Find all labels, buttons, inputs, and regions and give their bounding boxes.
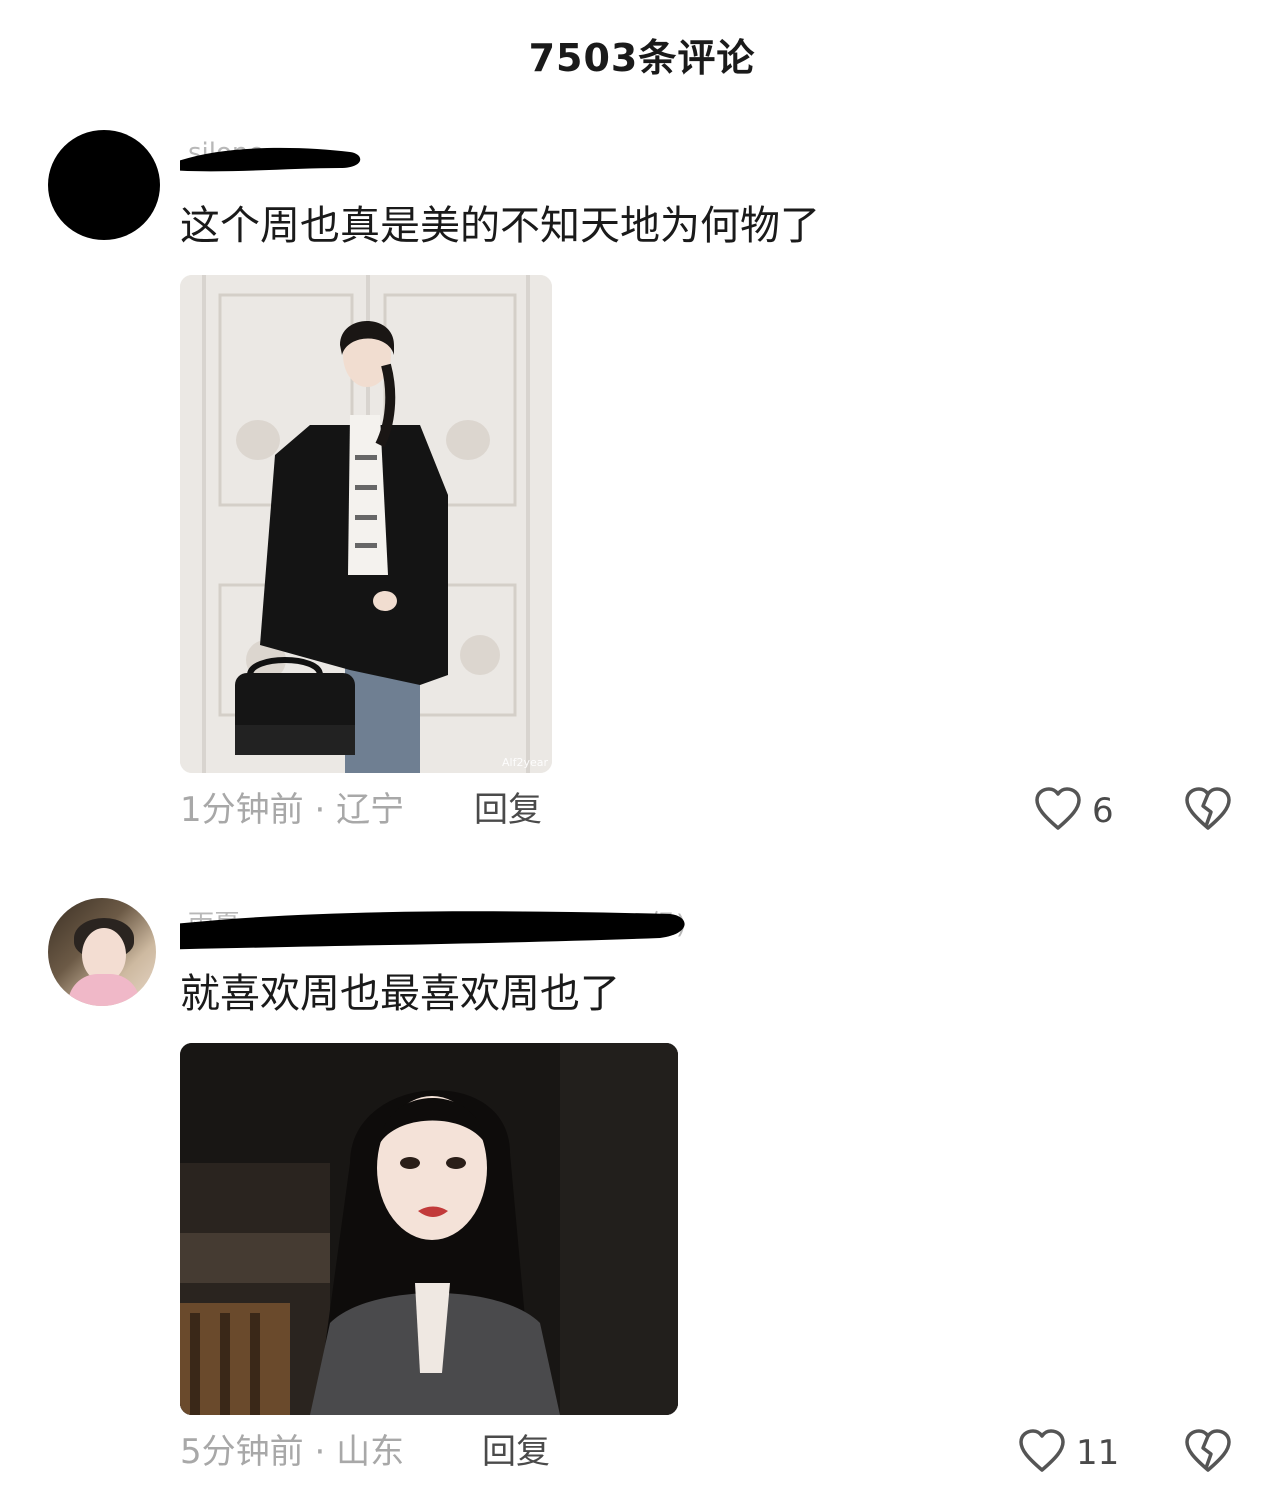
like-button[interactable]: 6 xyxy=(1034,786,1114,836)
photo-watermark: Alf2year xyxy=(502,756,548,769)
comment-time: 1分钟前 xyxy=(180,790,304,830)
heart-outline-icon xyxy=(1018,1428,1066,1478)
heart-outline-icon xyxy=(1034,786,1082,836)
comment-location: 山东 xyxy=(336,1432,405,1472)
reply-button[interactable]: 回复 xyxy=(474,788,542,832)
avatar[interactable] xyxy=(48,130,160,240)
comments-count-title: 7503条评论 xyxy=(528,36,756,80)
meta-separator: · xyxy=(303,790,337,830)
username-redacted[interactable]: silone xyxy=(180,134,370,174)
comment-item: silone 这个周也真是美的不知天地为何物了 xyxy=(0,120,1284,860)
avatar-body xyxy=(68,974,140,1006)
redaction-scribble xyxy=(180,147,361,172)
comment-meta: 1分钟前 · 辽宁 xyxy=(180,788,404,832)
broken-heart-icon xyxy=(1184,1429,1232,1478)
photo-woman-long-black-hair xyxy=(180,1043,678,1415)
comment-text: 这个周也真是美的不知天地为何物了 xyxy=(180,203,820,249)
comment-time: 5分钟前 xyxy=(180,1432,304,1472)
photo-woman-black-blazer xyxy=(180,275,552,773)
comment-photo[interactable]: Alf2year xyxy=(180,275,552,773)
comment-meta: 5分钟前 · 山东 xyxy=(180,1430,404,1474)
meta-separator: · xyxy=(303,1432,337,1472)
comments-screen: 7503条评论 silone 这个周也真是美的不知天地为何物了 xyxy=(0,0,1284,1504)
reply-button[interactable]: 回复 xyxy=(482,1430,550,1474)
comment-item: 雨夏 级) 就喜欢周也最喜欢周也了 xyxy=(0,880,1284,1504)
broken-heart-icon xyxy=(1184,787,1232,836)
comment-photo[interactable] xyxy=(180,1043,678,1415)
like-button[interactable]: 11 xyxy=(1018,1428,1119,1478)
comment-text: 就喜欢周也最喜欢周也了 xyxy=(180,971,620,1017)
like-count: 6 xyxy=(1092,791,1114,831)
comment-location: 辽宁 xyxy=(336,790,405,830)
dislike-button[interactable] xyxy=(1184,786,1232,836)
redaction-scribble xyxy=(180,911,685,950)
avatar[interactable] xyxy=(48,898,156,1006)
like-count: 11 xyxy=(1076,1433,1120,1473)
username-redacted[interactable]: 雨夏 级) xyxy=(180,900,700,960)
dislike-button[interactable] xyxy=(1184,1428,1232,1478)
